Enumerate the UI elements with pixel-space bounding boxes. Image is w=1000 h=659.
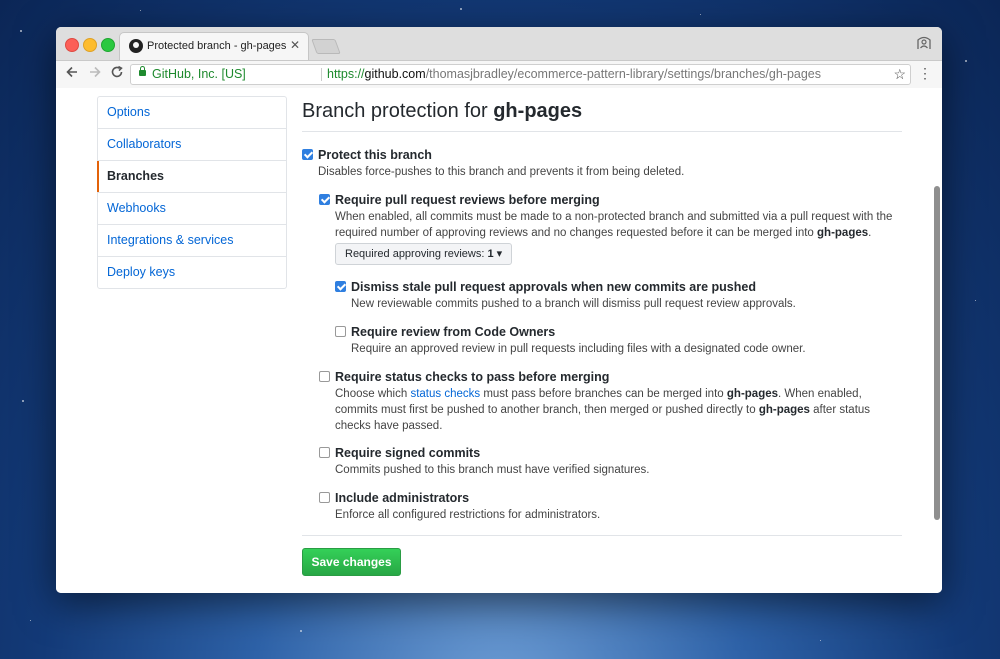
sidebar-item-branches[interactable]: Branches: [97, 160, 286, 192]
option-description: When enabled, all commits must be made t…: [335, 211, 893, 239]
option-description: Disables force-pushes to this branch and…: [318, 166, 685, 178]
sidebar-item-options[interactable]: Options: [98, 97, 286, 128]
close-window-button[interactable]: [65, 38, 79, 52]
divider: [302, 535, 902, 536]
divider: [321, 68, 322, 81]
bookmark-star-icon[interactable]: ☆: [893, 65, 906, 84]
option-label: Require pull request reviews before merg…: [335, 193, 600, 207]
star: [30, 620, 31, 621]
page-content: Options Collaborators Branches Webhooks …: [56, 88, 942, 593]
option-label: Dismiss stale pull request approvals whe…: [351, 280, 756, 294]
profile-icon[interactable]: [916, 35, 932, 51]
scrollbar-thumb[interactable]: [934, 186, 940, 520]
option-label: Require signed commits: [335, 446, 481, 460]
star: [140, 10, 141, 11]
back-icon[interactable]: [65, 65, 79, 83]
option-description: Choose which status checks must pass bef…: [335, 388, 871, 432]
code-owners-checkbox[interactable]: [335, 326, 346, 337]
url-text: https://github.com/thomasjbradley/ecomme…: [327, 67, 822, 81]
option-description: Commits pushed to this branch must have …: [335, 464, 650, 476]
option-label: Protect this branch: [318, 148, 432, 162]
zoom-window-button[interactable]: [101, 38, 115, 52]
scrollbar[interactable]: [933, 88, 942, 593]
sidebar-item-collaborators[interactable]: Collaborators: [98, 128, 286, 160]
star: [20, 30, 22, 32]
caret-down-icon: ▾: [496, 248, 503, 260]
star: [460, 8, 462, 10]
option-description: New reviewable commits pushed to a branc…: [351, 298, 796, 310]
star: [300, 630, 302, 632]
sidebar-item-integrations[interactable]: Integrations & services: [98, 224, 286, 256]
page-title: Branch protection for gh-pages: [302, 88, 902, 132]
close-tab-icon[interactable]: ✕: [290, 38, 300, 52]
settings-sidebar: Options Collaborators Branches Webhooks …: [97, 96, 287, 289]
star: [975, 300, 976, 301]
status-checks-link[interactable]: status checks: [410, 388, 480, 400]
address-bar: GitHub, Inc. [US] https://github.com/tho…: [56, 61, 942, 89]
tab-bar: Protected branch - gh-pages ✕: [56, 27, 942, 61]
star: [965, 60, 967, 62]
status-checks-checkbox[interactable]: [319, 371, 330, 382]
browser-tab[interactable]: Protected branch - gh-pages ✕: [119, 32, 309, 60]
star: [22, 400, 24, 402]
branch-protection-form: Branch protection for gh-pages Protect t…: [302, 88, 902, 576]
option-description: Enforce all configured restrictions for …: [335, 509, 601, 521]
star: [700, 14, 701, 15]
include-admins-checkbox[interactable]: [319, 492, 330, 503]
option-label: Require status checks to pass before mer…: [335, 370, 610, 384]
lock-icon: [139, 66, 146, 76]
reload-icon[interactable]: [110, 65, 124, 83]
github-icon: [129, 39, 143, 53]
new-tab-button[interactable]: [311, 39, 341, 54]
option-label: Require review from Code Owners: [351, 325, 556, 339]
forward-icon[interactable]: [88, 65, 102, 83]
option-label: Include administrators: [335, 491, 470, 505]
save-changes-button[interactable]: Save changes: [302, 548, 401, 576]
require-reviews-checkbox[interactable]: [319, 194, 330, 205]
url-input[interactable]: GitHub, Inc. [US] https://github.com/tho…: [130, 64, 911, 85]
minimize-window-button[interactable]: [83, 38, 97, 52]
menu-icon[interactable]: ⋮: [918, 65, 932, 82]
dismiss-stale-checkbox[interactable]: [335, 281, 346, 292]
star: [820, 640, 821, 641]
protect-branch-checkbox[interactable]: [302, 149, 313, 160]
sidebar-item-deploy-keys[interactable]: Deploy keys: [98, 256, 286, 288]
required-reviews-dropdown[interactable]: Required approving reviews: 1 ▾: [335, 243, 513, 265]
secure-badge: GitHub, Inc. [US]: [152, 67, 246, 81]
sidebar-item-webhooks[interactable]: Webhooks: [98, 192, 286, 224]
tab-title: Protected branch - gh-pages: [147, 40, 287, 52]
browser-window: Protected branch - gh-pages ✕ GitHub, In…: [56, 27, 942, 593]
option-description: Require an approved review in pull reque…: [351, 343, 806, 355]
signed-commits-checkbox[interactable]: [319, 447, 330, 458]
